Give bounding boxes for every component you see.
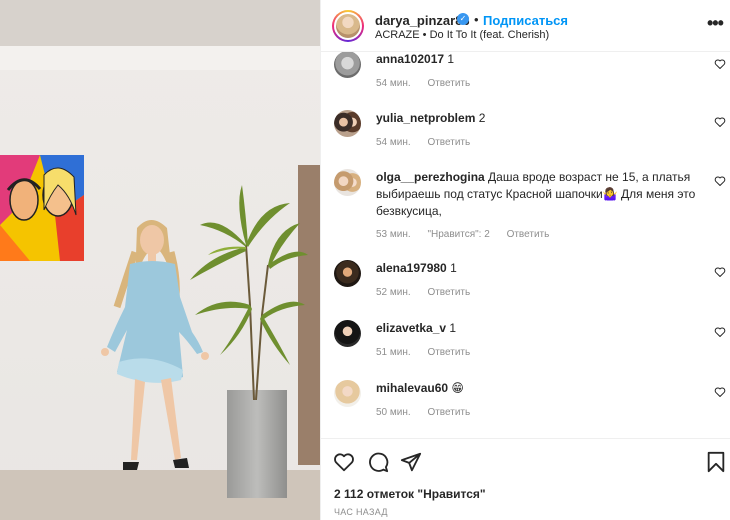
comment-meta: 51 мин. Ответить — [376, 347, 484, 358]
author-username[interactable]: darya_pinzar86 — [375, 13, 470, 28]
heart-outline-icon[interactable] — [714, 175, 726, 187]
commenter-username[interactable]: yulia_netproblem — [376, 111, 475, 125]
comment-text: 1 — [447, 52, 455, 66]
ceiling-band — [0, 46, 320, 70]
comment-time[interactable]: 51 мин. — [376, 347, 411, 358]
comment-meta: 54 мин. Ответить — [376, 78, 484, 89]
pop-art-painting — [0, 155, 84, 261]
comment-time[interactable]: 52 мин. — [376, 287, 411, 298]
comment-meta: 50 мин. Ответить — [376, 407, 484, 418]
heart-outline-icon[interactable] — [714, 386, 726, 398]
comment-meta: 52 мин. Ответить — [376, 287, 484, 298]
header-separator: • — [474, 12, 479, 27]
reply-button[interactable]: Ответить — [507, 229, 550, 240]
heart-outline-icon[interactable] — [714, 326, 726, 338]
comment-text: 😁 — [451, 381, 464, 395]
paper-plane-icon[interactable] — [400, 451, 422, 473]
comment-text: 2 — [478, 111, 486, 125]
reply-button[interactable]: Ответить — [427, 407, 470, 418]
author-avatar[interactable] — [332, 10, 364, 42]
post-timestamp[interactable]: час назад — [334, 507, 388, 517]
commenter-avatar[interactable] — [334, 260, 361, 287]
likes-count[interactable]: 2 112 отметок "Нравится" — [334, 487, 486, 501]
reply-button[interactable]: Ответить — [427, 137, 470, 148]
comment-bubble-icon[interactable] — [367, 451, 389, 473]
heart-outline-icon[interactable] — [714, 58, 726, 70]
comment-likes-count[interactable]: "Нравится": 2 — [427, 229, 489, 240]
plant-pot — [227, 390, 287, 498]
commenter-avatar[interactable] — [334, 320, 361, 347]
comment-body: olga__perezhogina Даша вроде возраст не … — [376, 169, 706, 220]
reply-button[interactable]: Ответить — [427, 287, 470, 298]
comment-body: mihalevau60 😁 — [376, 380, 696, 397]
bookmark-icon[interactable] — [706, 451, 726, 473]
commenter-avatar[interactable] — [334, 110, 361, 137]
commenter-username[interactable]: olga__perezhogina — [376, 170, 485, 184]
reply-button[interactable]: Ответить — [427, 347, 470, 358]
commenter-username[interactable]: anna102017 — [376, 52, 444, 66]
comment-text: 1 — [449, 321, 457, 335]
heart-outline-icon[interactable] — [714, 116, 726, 128]
post-side-panel: darya_pinzar86 ✓ • Подписаться ACRAZE • … — [320, 0, 730, 520]
post-header: darya_pinzar86 ✓ • Подписаться ACRAZE • … — [321, 0, 730, 52]
commenter-avatar[interactable] — [334, 169, 361, 196]
verified-badge-icon: ✓ — [457, 13, 469, 25]
post-actions: 2 112 отметок "Нравится" час назад — [321, 438, 730, 520]
audio-track-link[interactable]: ACRAZE • Do It To It (feat. Cherish) — [375, 29, 549, 41]
comment-time[interactable]: 53 мин. — [376, 229, 411, 240]
comment-meta: 54 мин. Ответить — [376, 137, 484, 148]
more-options-icon[interactable]: ••• — [707, 13, 724, 34]
comment-text: 1 — [450, 261, 457, 275]
heart-icon[interactable] — [333, 451, 355, 473]
commenter-avatar[interactable] — [334, 380, 361, 407]
commenter-username[interactable]: mihalevau60 — [376, 381, 448, 395]
comments-list[interactable]: anna102017 1 54 мин. Ответить yulia_netp… — [321, 52, 730, 438]
comment-body: yulia_netproblem 2 — [376, 110, 696, 127]
comment-body: anna102017 1 — [376, 52, 696, 68]
commenter-avatar[interactable] — [334, 52, 361, 78]
follow-button[interactable]: Подписаться — [483, 13, 568, 28]
post-media[interactable] — [0, 0, 320, 520]
commenter-username[interactable]: alena197980 — [376, 261, 447, 275]
comment-time[interactable]: 54 мин. — [376, 78, 411, 89]
commenter-username[interactable]: elizavetka_v — [376, 321, 446, 335]
comment-time[interactable]: 54 мин. — [376, 137, 411, 148]
comment-time[interactable]: 50 мин. — [376, 407, 411, 418]
comment-meta: 53 мин. "Нравится": 2 Ответить — [376, 229, 563, 240]
comment-body: elizavetka_v 1 — [376, 320, 696, 337]
comment-body: alena197980 1 — [376, 260, 696, 277]
woman-figure — [101, 220, 209, 470]
reply-button[interactable]: Ответить — [427, 78, 470, 89]
heart-outline-icon[interactable] — [714, 266, 726, 278]
